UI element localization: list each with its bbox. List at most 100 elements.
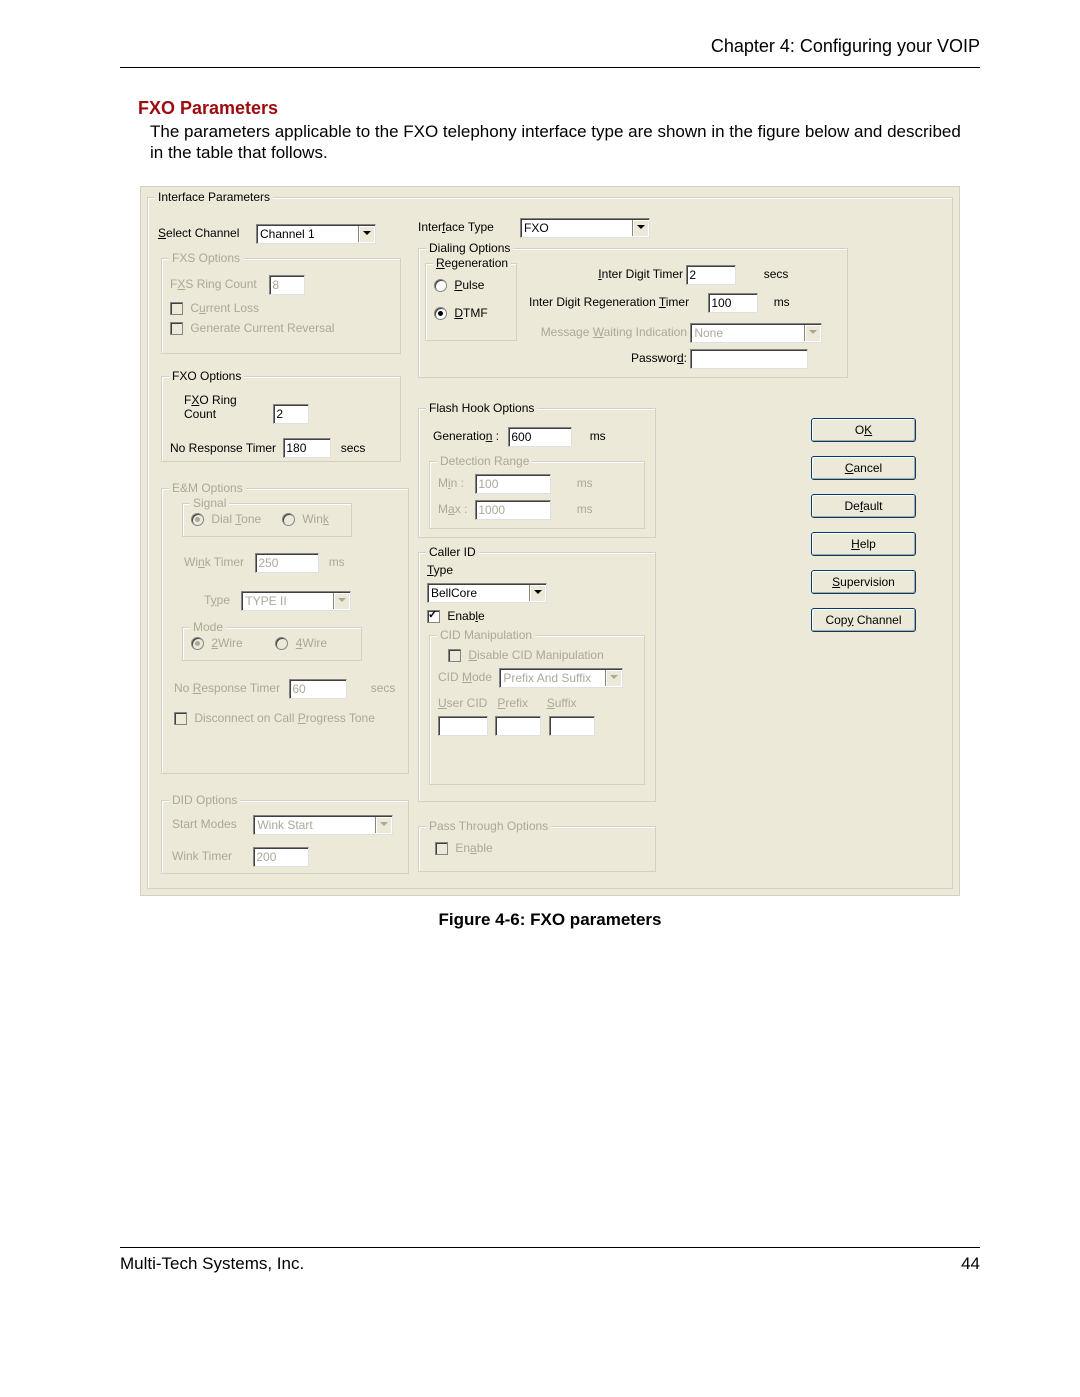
em-nrt-label: No Response Timer (174, 681, 286, 695)
did-start-modes-label: Start Modes (172, 817, 250, 831)
cid-mode-dropdown: Prefix And Suffix (499, 668, 623, 688)
idrt-input[interactable] (708, 293, 758, 313)
flash-hook-legend: Flash Hook Options (426, 401, 537, 415)
did-wink-timer-input (253, 847, 309, 867)
chevron-down-icon (338, 598, 346, 602)
cid-user-input (438, 716, 488, 736)
pwd-input[interactable] (690, 349, 808, 369)
generate-current-reversal-checkbox (170, 322, 183, 335)
copy-channel-button[interactable]: Copy Channel (811, 608, 916, 632)
did-start-modes-dropdown: Wink Start (253, 815, 393, 835)
em-signal-legend: Signal (190, 496, 229, 510)
fxo-nrt-label: No Response Timer (170, 441, 280, 455)
chevron-down-icon (534, 590, 542, 594)
ok-button[interactable]: OK (811, 418, 916, 442)
em-dialtone-radio (191, 513, 204, 526)
fxo-ring-count-input[interactable] (273, 404, 309, 424)
chevron-down-icon (363, 231, 371, 235)
em-2wire-label: 2Wire (211, 636, 242, 650)
fxo-options-group: FXO Options FXO Ring Count No Response T… (161, 376, 401, 462)
cid-type-label: Type (427, 563, 453, 577)
em-4wire-label: 4Wire (296, 636, 327, 650)
flash-hook-group: Flash Hook Options Generation : ms Detec… (418, 408, 656, 538)
footer-company: Multi-Tech Systems, Inc. (120, 1254, 304, 1274)
fxo-ring-count-label: FXO Ring Count (170, 393, 270, 421)
flash-min-input (475, 474, 551, 494)
fxs-ring-count-input (269, 275, 305, 295)
em-wink-timer-label: Wink Timer (184, 555, 252, 569)
cid-manip-legend: CID Manipulation (437, 628, 535, 642)
pass-enable-checkbox (435, 842, 448, 855)
interface-parameters-dialog: Interface Parameters Select Channel Chan… (140, 186, 960, 896)
em-wink-radio (282, 513, 295, 526)
flash-gen-unit: ms (590, 429, 606, 443)
caller-id-legend: Caller ID (426, 545, 479, 559)
cid-disable-label: Disable CID Manipulation (468, 648, 603, 662)
did-start-modes-value: Wink Start (257, 818, 312, 832)
cancel-label: Cancel (845, 461, 882, 475)
generate-current-reversal-label: Generate Current Reversal (190, 321, 334, 335)
fxs-options-group: FXS Options FXS Ring Count Current Loss … (161, 258, 401, 354)
mwi-label: Message Waiting Indication (529, 325, 687, 339)
cid-prefix-input (495, 716, 541, 736)
select-channel-label: Select Channel (158, 226, 239, 240)
select-channel-value: Channel 1 (260, 227, 315, 241)
cid-user-label: User CID (438, 696, 494, 710)
did-options-group: DID Options Start Modes Wink Start Wink … (161, 800, 409, 874)
chapter-header: Chapter 4: Configuring your VOIP (120, 36, 980, 68)
chevron-down-icon (610, 675, 618, 679)
select-channel-dropdown[interactable]: Channel 1 (256, 224, 376, 244)
em-nrt-unit: secs (371, 681, 396, 695)
cid-type-dropdown[interactable]: BellCore (427, 583, 547, 603)
fxs-options-legend: FXS Options (169, 251, 243, 265)
em-disconnect-label: Disconnect on Call Progress Tone (194, 711, 375, 725)
dialing-options-group: Dialing Options Regeneration Pulse DTMF (418, 248, 848, 378)
cid-enable-checkbox[interactable] (427, 610, 440, 623)
regeneration-legend: Regeneration (433, 256, 511, 270)
flash-max-input (475, 500, 551, 520)
cid-suffix-input (549, 716, 595, 736)
em-options-group: E&M Options Signal Dial Tone Wink Wink T… (161, 488, 409, 774)
pass-through-legend: Pass Through Options (426, 819, 551, 833)
cid-type-value: BellCore (431, 586, 477, 600)
section-title: FXO Parameters (138, 98, 980, 119)
flash-min-unit: ms (577, 476, 593, 490)
mwi-value: None (694, 326, 723, 340)
cid-prefix-label: Prefix (497, 696, 543, 710)
mwi-dropdown: None (690, 323, 822, 343)
interface-type-value: FXO (524, 221, 549, 235)
flash-max-unit: ms (577, 502, 593, 516)
interface-type-label: Interface Type (418, 220, 494, 234)
chevron-down-icon (637, 225, 645, 229)
regen-pulse-radio[interactable] (434, 279, 447, 292)
interface-parameters-legend: Interface Parameters (155, 190, 273, 204)
cancel-button[interactable]: Cancel (811, 456, 916, 480)
flash-min-label: Min : (438, 476, 472, 490)
dialing-options-legend: Dialing Options (426, 241, 513, 255)
idt-input[interactable] (686, 265, 736, 285)
fxo-nrt-unit: secs (341, 441, 366, 455)
em-type-value: TYPE II (245, 594, 286, 608)
em-dialtone-label: Dial Tone (211, 512, 261, 526)
current-loss-checkbox (170, 302, 183, 315)
em-type-label: Type (204, 593, 238, 607)
did-options-legend: DID Options (169, 793, 240, 807)
regen-dtmf-radio[interactable] (434, 307, 447, 320)
supervision-label: Supervision (832, 575, 895, 589)
detection-range-legend: Detection Range (437, 454, 532, 468)
flash-gen-input[interactable] (508, 427, 572, 447)
idrt-unit: ms (774, 295, 790, 309)
cid-disable-checkbox (448, 649, 461, 662)
fxo-nrt-input[interactable] (283, 438, 331, 458)
supervision-button[interactable]: Supervision (811, 570, 916, 594)
interface-type-dropdown[interactable]: FXO (520, 218, 650, 238)
fxs-ring-count-label: FXS Ring Count (170, 277, 266, 291)
caller-id-group: Caller ID Type BellCore Enable CID Manip… (418, 552, 656, 802)
help-button[interactable]: Help (811, 532, 916, 556)
em-wink-timer-input (255, 553, 319, 573)
pass-through-group: Pass Through Options Enable (418, 826, 656, 872)
fxo-options-legend: FXO Options (169, 369, 244, 383)
em-wink-label: Wink (302, 512, 329, 526)
default-button[interactable]: Default (811, 494, 916, 518)
cid-mode-value: Prefix And Suffix (503, 671, 591, 685)
